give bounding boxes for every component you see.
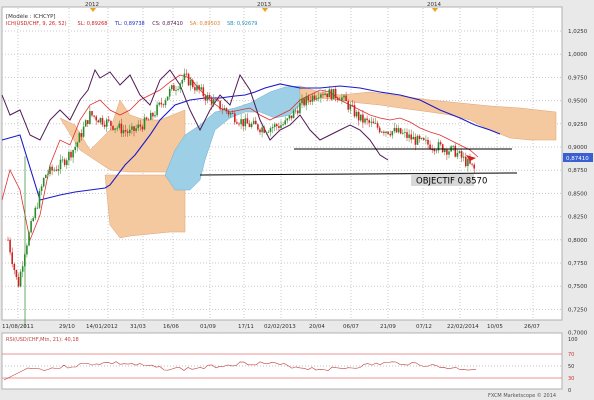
chart-window: OBJECTIF 0.8570 [Modèle : ICHCYP] ICH(US… — [0, 0, 594, 400]
oscillator-tick-label: 30 — [568, 376, 574, 382]
date-tick-label: 20/04 — [309, 324, 325, 330]
price-tick-label: 0,9750 — [568, 75, 588, 81]
candle — [38, 188, 41, 210]
candle — [45, 174, 47, 179]
price-tick-label: 0,8250 — [568, 215, 588, 221]
date-tick-label: 31/03 — [130, 324, 146, 330]
footer-copyright: FXCM Marketscope © 2014 — [488, 392, 556, 399]
oscillator-tick-label: 50 — [568, 364, 574, 370]
candle — [166, 96, 169, 101]
candle — [28, 230, 30, 247]
date-tick-label: 01/09 — [200, 324, 216, 330]
oscillator-tick-label: 70 — [568, 352, 574, 358]
date-tick-label: 16/06 — [163, 324, 179, 330]
price-tick-label: 0,7250 — [568, 307, 588, 313]
candle — [19, 269, 22, 288]
oscillator-tick-label: 100 — [568, 337, 578, 343]
price-tick-label: 0,9250 — [568, 122, 588, 128]
year-label: 2013 — [257, 2, 271, 8]
price-tag-label: 0,87410 — [566, 156, 589, 162]
chart-svg: OBJECTIF 0.8570 [Modèle : ICHCYP] ICH(US… — [0, 0, 594, 400]
candle — [78, 131, 81, 143]
date-tick-label: 17/11 — [238, 324, 254, 330]
candle — [330, 88, 333, 101]
price-tick-label: 0,9500 — [568, 99, 588, 105]
date-tick-label: 11/08/2011 — [2, 324, 34, 330]
legend-item: ICH(USD/CHF, 9, 26, 52) — [6, 21, 67, 27]
date-tick-label: 22/02/2014 — [447, 324, 479, 330]
legend-item: SA: 0,89503 — [190, 21, 221, 27]
candle — [399, 127, 402, 135]
price-tick-label: 0,7000 — [568, 331, 588, 337]
candle — [84, 119, 87, 127]
candle — [416, 134, 419, 146]
price-tick-label: 0,8500 — [568, 191, 588, 197]
price-tick-label: 1,0000 — [568, 52, 588, 58]
price-tick-label: 1,0250 — [568, 29, 588, 35]
candle — [441, 143, 444, 154]
date-tick-label: 02/02/2013 — [264, 324, 296, 330]
legend-item: TL: 0,89738 — [114, 21, 145, 27]
candle — [187, 72, 190, 87]
date-tick-label: 29/10 — [59, 324, 75, 330]
candle — [34, 205, 37, 221]
legend-item: SL: 0,89268 — [78, 21, 108, 27]
date-tick-label: 10/05 — [487, 324, 503, 330]
price-tick-label: 0,9000 — [568, 145, 588, 151]
model-label: [Modèle : ICHCYP] — [6, 13, 56, 20]
objective-label: OBJECTIF 0.8570 — [416, 177, 487, 187]
date-tick-label: 14/01/2012 — [86, 324, 118, 330]
oscillator-panel[interactable] — [1, 332, 563, 390]
price-tick-label: 0,8000 — [568, 238, 588, 244]
oscillator-legend: RSI(USD/CHF,Mtn, 21): 40,18 — [6, 337, 79, 343]
legend-item: CS: 0,87410 — [152, 21, 183, 27]
date-tick-label: 07/12 — [416, 324, 432, 330]
year-label: 2014 — [427, 2, 441, 8]
indicator-legend: ICH(USD/CHF, 9, 26, 52) SL: 0,89268 TL: 0,… — [6, 21, 258, 27]
price-tick-label: 0,7750 — [568, 261, 588, 267]
candle — [42, 177, 45, 188]
price-tick-label: 0,8750 — [568, 168, 588, 174]
candle — [332, 88, 335, 100]
date-tick-label: 26/07 — [524, 324, 540, 330]
legend-item: SB: 0,92679 — [227, 21, 258, 27]
oscillator-tick-label: 0 — [568, 388, 571, 394]
year-label: 2012 — [85, 2, 99, 8]
price-tick-label: 0,7500 — [568, 284, 588, 290]
date-tick-label: 06/07 — [343, 324, 359, 330]
date-tick-label: 21/09 — [380, 324, 396, 330]
